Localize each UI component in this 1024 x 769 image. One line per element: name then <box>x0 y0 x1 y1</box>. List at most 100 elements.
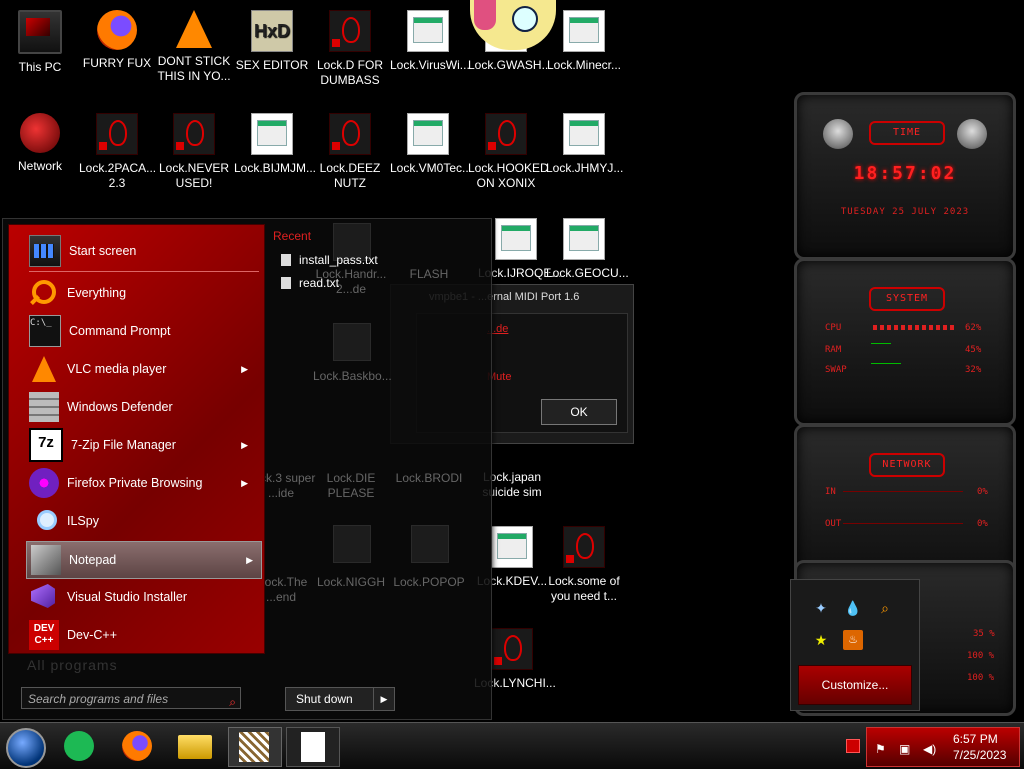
desktop-icon-network[interactable]: Network <box>2 113 78 174</box>
menu-item-dev-cpp[interactable]: DEV C++ Dev-C++ <box>9 617 264 653</box>
clock-time: 6:57 PM <box>953 732 998 746</box>
menu-item-everything[interactable]: Everything <box>9 275 264 311</box>
disk-value: 35 % <box>973 629 995 639</box>
recent-item[interactable]: install_pass.txt <box>281 253 378 267</box>
desktop-icon-lock-some-of-you[interactable]: Lock.some of you need t... <box>546 526 622 604</box>
window-file-icon <box>407 113 449 155</box>
text-file-icon <box>281 254 291 266</box>
volume-icon[interactable]: ◀) <box>923 742 936 756</box>
taskbar-document-app[interactable] <box>286 727 340 767</box>
alien-head-icon <box>823 119 853 149</box>
submenu-arrow-icon: ▶ <box>241 439 248 450</box>
cpu-value: 62% <box>965 323 982 333</box>
magnifier-icon[interactable]: ⌕ <box>875 598 895 618</box>
desktop-icon-lock-vm0tec[interactable]: Lock.VM0Tec... <box>390 113 472 176</box>
ilspy-icon <box>29 506 59 536</box>
visual-studio-icon <box>29 582 59 612</box>
magnifier-icon <box>29 278 59 308</box>
menu-item-7zip[interactable]: 7z 7-Zip File Manager ▶ <box>9 427 264 463</box>
firefox-icon <box>97 10 137 50</box>
search-input[interactable]: Search programs and files ⌕ <box>21 687 241 709</box>
hex-editor-icon: HxD <box>251 10 293 52</box>
net-out-label: OUT <box>825 519 842 529</box>
taskbar: ⚑ ▣ ◀) 6:57 PM 7/25/2023 <box>0 722 1024 769</box>
desktop-icon-lock-deez-nutz[interactable]: Lock.DEEZ NUTZ <box>312 113 388 191</box>
tray-app-icon[interactable]: ✦ <box>811 598 831 618</box>
desktop-icon-lock-bijmjm[interactable]: Lock.BIJMJM... <box>234 113 316 176</box>
window-file-icon <box>563 218 605 260</box>
menu-item-ilspy[interactable]: ILSpy <box>9 503 264 539</box>
time-gadget[interactable]: TIME 18:57:02 TUESDAY 25 JULY 2023 <box>794 92 1016 260</box>
java-icon[interactable]: ♨ <box>843 630 863 650</box>
desktop-icon-lock-d[interactable]: Lock.D FOR DUMBASS <box>312 10 388 88</box>
submenu-arrow-icon: ▶ <box>241 363 248 374</box>
menu-item-vlc[interactable]: VLC media player ▶ <box>9 351 264 387</box>
disk-value: 100 % <box>967 673 995 683</box>
window-file-icon <box>407 10 449 52</box>
pixel-art-icon <box>239 732 269 762</box>
shutdown-options-arrow-icon[interactable]: ▶ <box>373 688 394 710</box>
desktop-icon-lock-2paca[interactable]: Lock.2PACA... 2.3 <box>79 113 156 191</box>
customize-button[interactable]: Customize... <box>798 665 912 705</box>
desktop-icon-lock-minecr[interactable]: Lock.Minecr... <box>546 10 622 73</box>
alien-lock-icon <box>491 628 533 670</box>
shut-down-button[interactable]: Shut down ▶ <box>285 687 395 711</box>
menu-item-notepad[interactable]: Notepad ▶ <box>26 541 262 579</box>
notepad-icon <box>31 545 61 575</box>
all-programs-link[interactable]: All programs <box>27 657 118 673</box>
disk-value: 100 % <box>967 651 995 661</box>
ok-button[interactable]: OK <box>541 399 617 425</box>
alien-lock-icon <box>563 526 605 568</box>
tray-red-icon[interactable] <box>846 739 860 753</box>
vlc-cone-icon <box>29 354 59 384</box>
window-file-icon <box>563 113 605 155</box>
alien-lock-icon <box>329 10 371 52</box>
ghost-item: Lock.POPOP <box>393 575 465 589</box>
desktop-icon-lock-geocu[interactable]: Lock.GEOCU... <box>546 218 629 281</box>
desktop-icon-this-pc[interactable]: This PC <box>2 10 78 75</box>
menu-item-windows-defender[interactable]: Windows Defender <box>9 389 264 425</box>
desktop-icon-lock-viruswi[interactable]: Lock.VirusWi... <box>390 10 470 73</box>
text-file-icon <box>281 277 291 289</box>
desktop-icon-furry-fux[interactable]: FURRY FUX <box>79 10 155 71</box>
firefox-icon <box>122 731 152 761</box>
search-icon[interactable]: ⌕ <box>229 691 236 713</box>
submenu-arrow-icon[interactable]: ▶ <box>246 555 253 566</box>
menu-item-firefox-private[interactable]: Firefox Private Browsing ▶ <box>9 465 264 501</box>
desktop-icon-dont-stick[interactable]: DONT STICK THIS IN YO... <box>156 10 232 84</box>
tray-overflow-flyout: ✦ 💧 ⌕ ★ ♨ Customize... <box>790 579 920 711</box>
menu-item-command-prompt[interactable]: C:\_ Command Prompt <box>9 313 264 349</box>
taskbar-chat-app[interactable] <box>58 727 100 765</box>
gadget-header: NETWORK <box>869 453 945 477</box>
system-clock[interactable]: ⚑ ▣ ◀) 6:57 PM 7/25/2023 <box>866 727 1020 767</box>
chat-icon <box>64 731 94 761</box>
document-icon <box>301 732 325 762</box>
recent-heading: Recent <box>273 229 312 243</box>
taskbar-pixel-app[interactable] <box>228 727 282 767</box>
alien-lock-icon <box>485 113 527 155</box>
ghost-item: Lock.DIE PLEASE <box>326 471 376 500</box>
menu-item-start-screen[interactable]: Start screen <box>9 233 264 269</box>
desktop-icon-lock-hooked[interactable]: Lock.HOOKED ON XONIX <box>468 113 549 191</box>
cpu-label: CPU <box>825 323 842 333</box>
ghost-item: Lock.NIGGH <box>316 575 385 589</box>
network-status-icon[interactable]: ▣ <box>899 742 910 756</box>
recent-item[interactable]: read.txt <box>281 276 339 290</box>
taskbar-firefox[interactable] <box>116 727 158 765</box>
submenu-arrow-icon: ▶ <box>241 477 248 488</box>
action-center-flag-icon[interactable]: ⚑ <box>875 742 886 756</box>
star-icon[interactable]: ★ <box>811 630 831 650</box>
gadget-date: TUESDAY 25 JULY 2023 <box>840 207 970 217</box>
ram-value: 45% <box>965 345 982 355</box>
window-file-icon <box>495 218 537 260</box>
menu-item-visual-studio-installer[interactable]: Visual Studio Installer <box>9 579 264 615</box>
taskbar-file-explorer[interactable] <box>174 727 216 765</box>
ram-label: RAM <box>825 345 842 355</box>
network-icon <box>20 113 60 153</box>
desktop-icon-lock-never-used[interactable]: Lock.NEVER USED! <box>156 113 232 191</box>
system-gadget[interactable]: SYSTEM CPU 62% RAM 45% SWAP 32% <box>794 258 1016 426</box>
droplet-icon[interactable]: 💧 <box>843 598 863 618</box>
desktop-icon-lock-jhmyj[interactable]: Lock.JHMYJ... <box>546 113 623 176</box>
start-button-orb[interactable] <box>6 728 46 768</box>
desktop-icon-sex-editor[interactable]: HxD SEX EDITOR <box>234 10 310 73</box>
